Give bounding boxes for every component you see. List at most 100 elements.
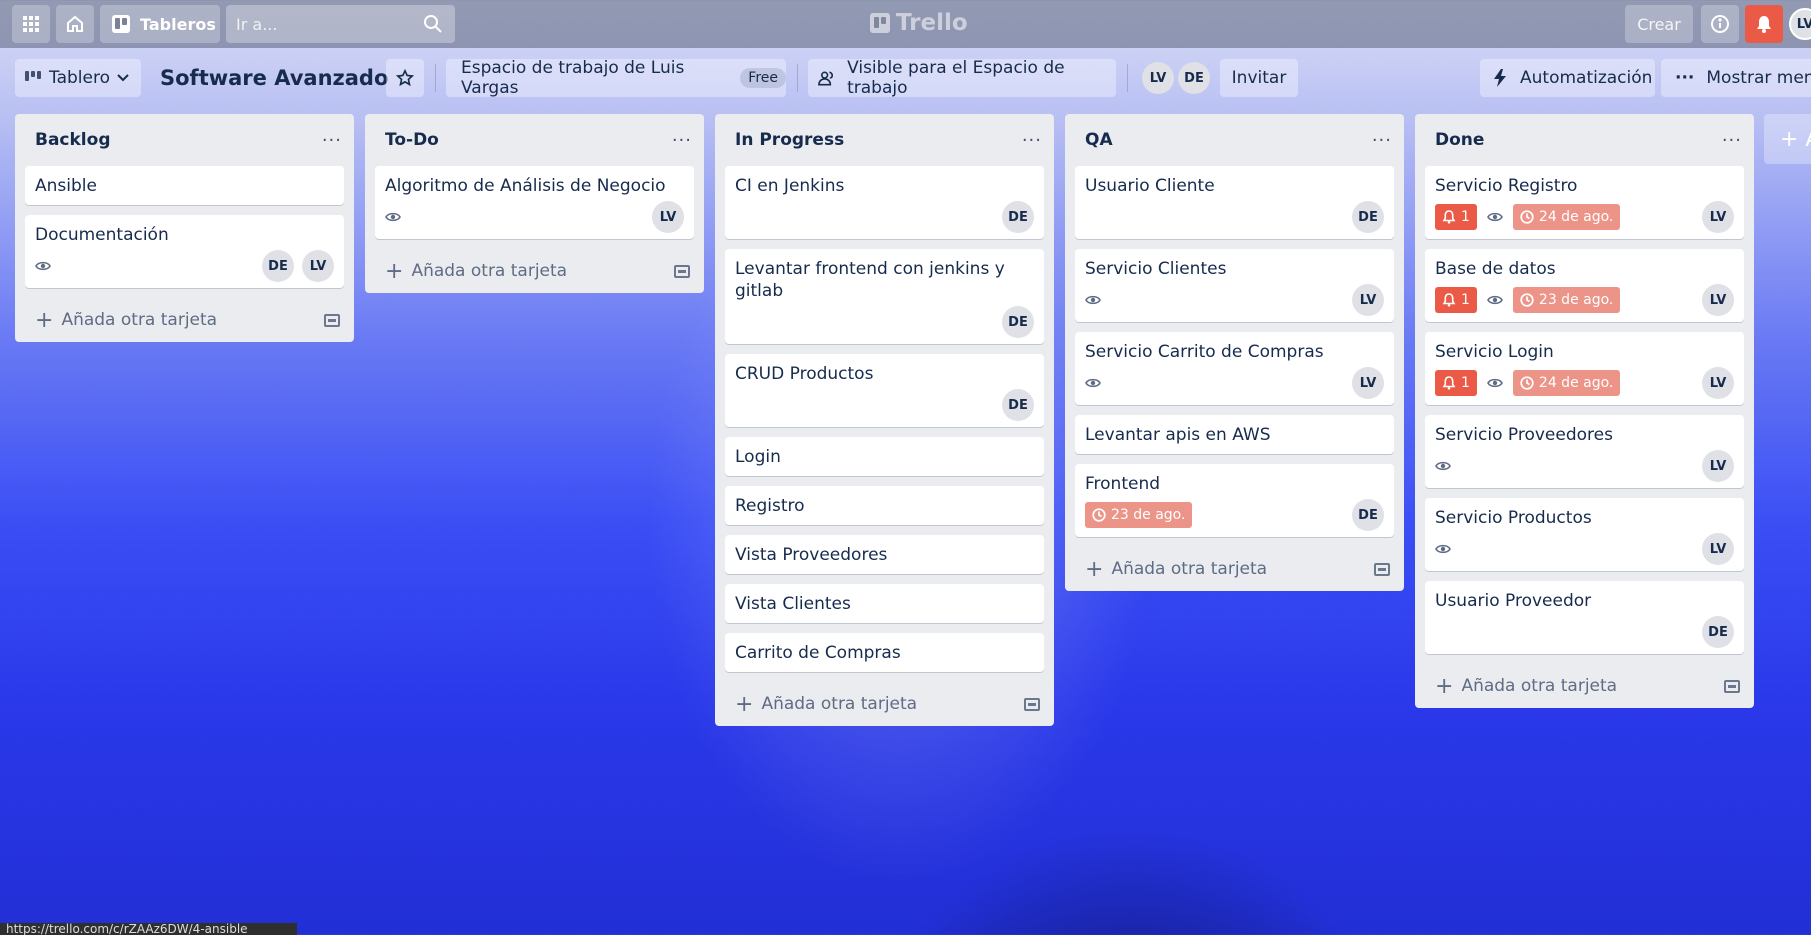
due-date-badge[interactable]: 23 de ago. bbox=[1512, 287, 1621, 313]
list-done: Done ··· Servicio Registro 1 24 de ago. LV Bas… bbox=[1415, 114, 1754, 708]
card[interactable]: Levantar frontend con jenkins y gitlab DE bbox=[725, 249, 1044, 344]
invite-button[interactable]: Invitar bbox=[1220, 59, 1298, 97]
card[interactable]: Servicio Clientes LV bbox=[1075, 249, 1394, 322]
member-initials: LV bbox=[309, 258, 327, 274]
member-avatar[interactable]: DE bbox=[1002, 389, 1034, 421]
card[interactable]: Registro bbox=[725, 486, 1044, 525]
card-template-icon[interactable] bbox=[674, 264, 690, 278]
card[interactable]: Login bbox=[725, 437, 1044, 476]
card[interactable]: Servicio Login 1 24 de ago. LV bbox=[1425, 332, 1744, 405]
list-menu-button[interactable]: ··· bbox=[1022, 130, 1042, 151]
member-avatar[interactable]: DE bbox=[1002, 306, 1034, 338]
trello-logo[interactable]: Trello bbox=[870, 10, 968, 36]
star-board-button[interactable] bbox=[386, 59, 424, 97]
list-title[interactable]: QA bbox=[1085, 130, 1113, 150]
list-title[interactable]: In Progress bbox=[735, 130, 844, 150]
notifications-button[interactable] bbox=[1745, 5, 1783, 43]
list-title[interactable]: Done bbox=[1435, 130, 1484, 150]
member-avatar[interactable]: DE bbox=[1178, 62, 1210, 94]
card-template-icon[interactable] bbox=[1024, 697, 1040, 711]
due-date-badge[interactable]: 24 de ago. bbox=[1512, 204, 1621, 230]
card[interactable]: Vista Clientes bbox=[725, 584, 1044, 623]
list-menu-button[interactable]: ··· bbox=[322, 130, 342, 151]
member-avatar[interactable]: LV bbox=[1702, 201, 1734, 233]
user-avatar[interactable]: LV bbox=[1789, 8, 1811, 40]
card[interactable]: CRUD Productos DE bbox=[725, 354, 1044, 427]
member-avatar[interactable]: LV bbox=[1702, 367, 1734, 399]
card[interactable]: Frontend 23 de ago. DE bbox=[1075, 464, 1394, 537]
card[interactable]: Vista Proveedores bbox=[725, 535, 1044, 574]
member-initials: LV bbox=[1709, 458, 1727, 474]
card[interactable]: Servicio Proveedores LV bbox=[1425, 415, 1744, 488]
notification-badge: 1 bbox=[1435, 204, 1477, 230]
card[interactable]: Algoritmo de Análisis de Negocio LV bbox=[375, 166, 694, 239]
show-menu-button[interactable]: ··· Mostrar menú bbox=[1661, 59, 1811, 97]
card[interactable]: Usuario Cliente DE bbox=[1075, 166, 1394, 239]
apps-grid-button[interactable] bbox=[12, 5, 50, 43]
card[interactable]: Base de datos 1 23 de ago. LV bbox=[1425, 249, 1744, 322]
card[interactable]: Levantar apis en AWS bbox=[1075, 415, 1394, 454]
member-avatar[interactable]: LV bbox=[1702, 450, 1734, 482]
automation-button[interactable]: Automatización bbox=[1480, 59, 1655, 97]
list-title[interactable]: Backlog bbox=[35, 130, 111, 150]
card[interactable]: Servicio Carrito de Compras LV bbox=[1075, 332, 1394, 405]
add-card-button[interactable]: + Añada otra tarjeta bbox=[715, 682, 1054, 726]
card-badges-row: DE bbox=[1435, 616, 1734, 648]
create-button[interactable]: Crear bbox=[1625, 5, 1693, 43]
member-avatar[interactable]: DE bbox=[1352, 499, 1384, 531]
card[interactable]: Ansible bbox=[25, 166, 344, 205]
member-initials: LV bbox=[1359, 375, 1377, 391]
member-avatar[interactable]: LV bbox=[1352, 367, 1384, 399]
member-avatar[interactable]: DE bbox=[1352, 201, 1384, 233]
list-header: Done ··· bbox=[1415, 114, 1754, 166]
card-badges-row: DE bbox=[735, 306, 1034, 338]
add-card-button[interactable]: + Añada otra tarjeta bbox=[365, 249, 704, 293]
workspace-button[interactable]: Espacio de trabajo de Luis Vargas Free bbox=[446, 58, 786, 98]
due-date-label: 24 de ago. bbox=[1538, 375, 1614, 391]
member-initials: DE bbox=[1008, 397, 1028, 413]
card[interactable]: Usuario Proveedor DE bbox=[1425, 581, 1744, 654]
due-date-badge[interactable]: 24 de ago. bbox=[1512, 370, 1621, 396]
search-input[interactable] bbox=[226, 13, 418, 35]
card[interactable]: Documentación DE LV bbox=[25, 215, 344, 288]
card[interactable]: Servicio Productos LV bbox=[1425, 498, 1744, 571]
card-template-icon[interactable] bbox=[324, 313, 340, 327]
card[interactable]: CI en Jenkins DE bbox=[725, 166, 1044, 239]
boards-icon bbox=[112, 15, 130, 33]
member-initials: DE bbox=[1708, 624, 1728, 640]
top-navigation-bar: Tableros Trello Crear LV bbox=[0, 0, 1811, 48]
member-avatar[interactable]: DE bbox=[1002, 201, 1034, 233]
board-view-switcher[interactable]: Tablero bbox=[15, 59, 141, 97]
boards-label: Tableros bbox=[140, 14, 216, 34]
list-menu-button[interactable]: ··· bbox=[1372, 130, 1392, 151]
info-icon bbox=[1711, 15, 1729, 33]
member-avatar[interactable]: LV bbox=[1142, 62, 1174, 94]
visibility-button[interactable]: Visible para el Espacio de trabajo bbox=[808, 58, 1116, 98]
add-card-button[interactable]: + Añada otra tarjeta bbox=[1065, 547, 1404, 591]
card-members: DE bbox=[1352, 201, 1384, 233]
member-avatar[interactable]: DE bbox=[262, 250, 294, 282]
add-list-label: + A bbox=[1780, 126, 1811, 152]
member-avatar[interactable]: LV bbox=[1702, 533, 1734, 565]
member-avatar[interactable]: LV bbox=[1352, 284, 1384, 316]
list-menu-button[interactable]: ··· bbox=[672, 130, 692, 151]
list-title[interactable]: To-Do bbox=[385, 130, 439, 150]
member-avatar[interactable]: LV bbox=[652, 201, 684, 233]
member-avatar[interactable]: LV bbox=[1702, 284, 1734, 316]
card[interactable]: Servicio Registro 1 24 de ago. LV bbox=[1425, 166, 1744, 239]
search-box[interactable] bbox=[226, 5, 455, 43]
boards-button[interactable]: Tableros bbox=[100, 5, 220, 43]
add-card-button[interactable]: + Añada otra tarjeta bbox=[1415, 664, 1754, 708]
due-date-badge[interactable]: 23 de ago. bbox=[1085, 502, 1193, 528]
add-list-button[interactable]: + A bbox=[1764, 114, 1811, 164]
info-button[interactable] bbox=[1701, 5, 1739, 43]
card-template-icon[interactable] bbox=[1374, 562, 1390, 576]
board-title[interactable]: Software Avanzado bbox=[160, 59, 388, 97]
add-card-button[interactable]: + Añada otra tarjeta bbox=[15, 298, 354, 342]
card-template-icon[interactable] bbox=[1724, 679, 1740, 693]
home-button[interactable] bbox=[56, 5, 94, 43]
member-avatar[interactable]: LV bbox=[302, 250, 334, 282]
card[interactable]: Carrito de Compras bbox=[725, 633, 1044, 672]
member-avatar[interactable]: DE bbox=[1702, 616, 1734, 648]
list-menu-button[interactable]: ··· bbox=[1722, 130, 1742, 151]
